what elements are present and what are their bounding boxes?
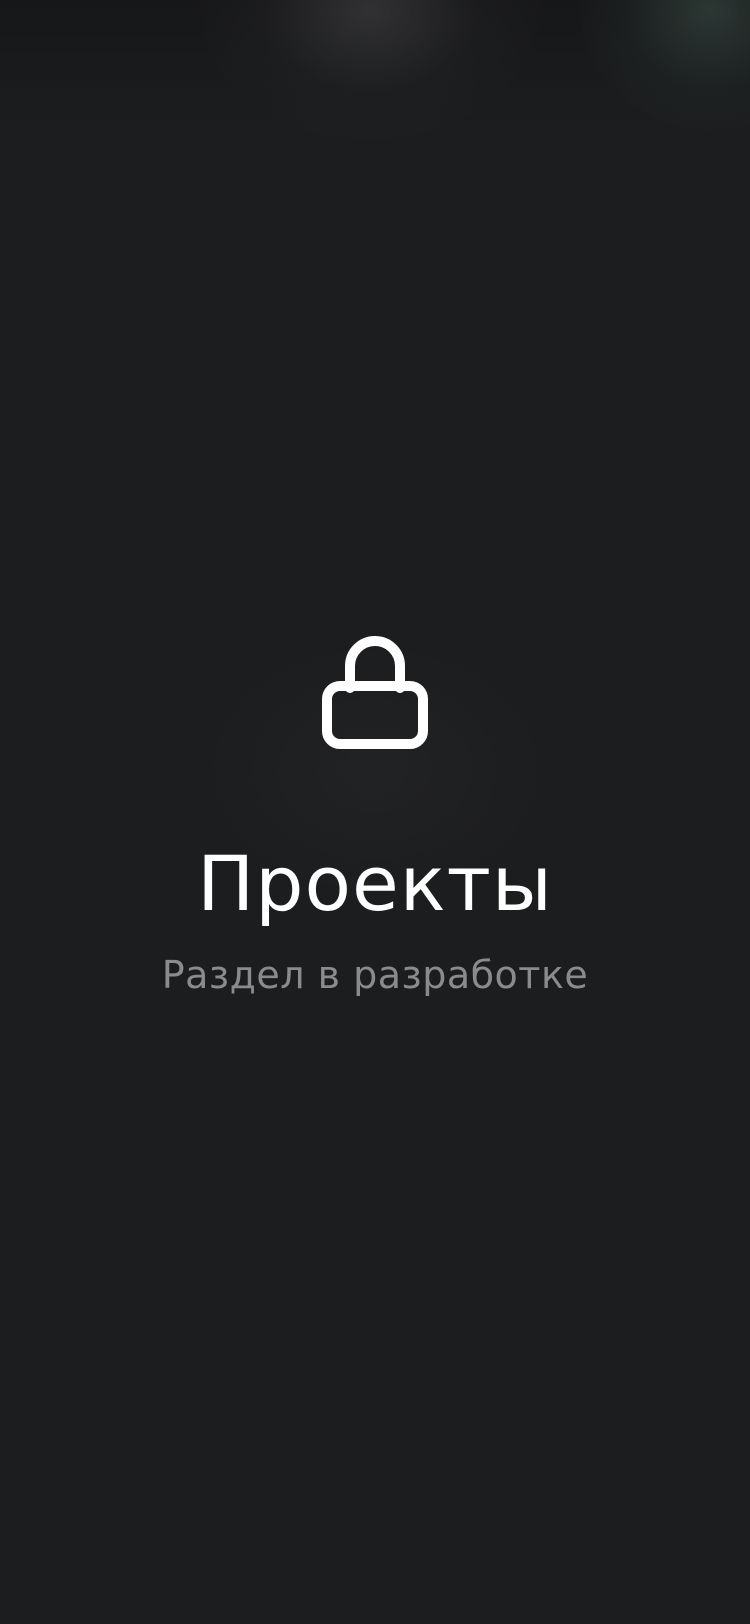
lock-icon (322, 636, 428, 749)
locked-section-message: Проекты Раздел в разработке (0, 630, 750, 998)
placeholder-screen: Проекты Раздел в разработке (0, 0, 750, 1624)
page-title: Проекты (197, 839, 553, 928)
status-subtitle: Раздел в разработке (161, 953, 589, 997)
